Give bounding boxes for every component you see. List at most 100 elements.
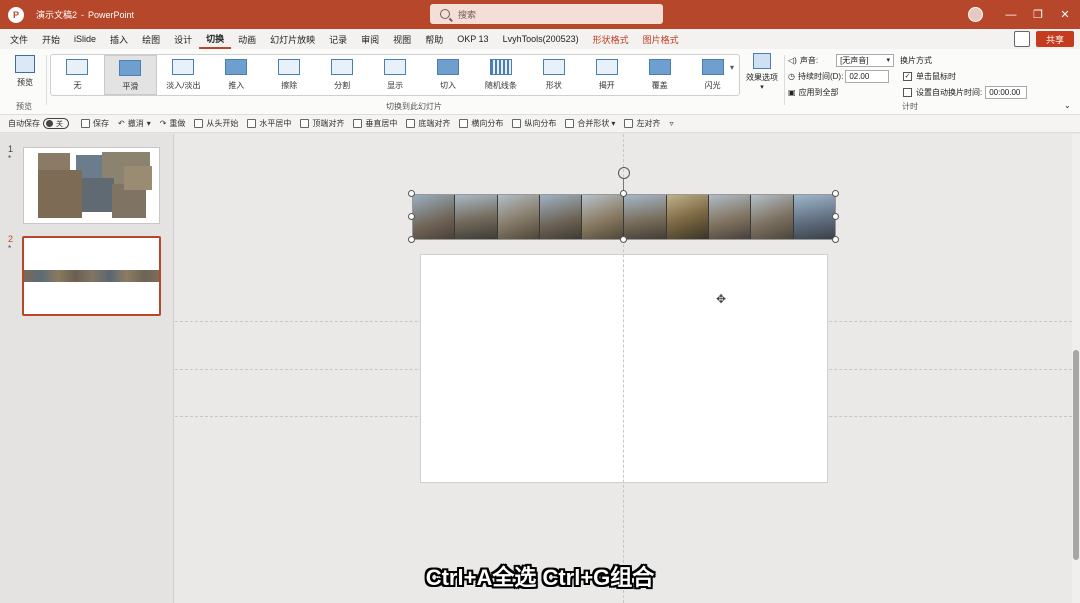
tab-animations[interactable]: 动画 — [231, 29, 263, 49]
tab-view[interactable]: 视图 — [386, 29, 418, 49]
account-avatar-icon[interactable] — [968, 7, 983, 22]
transition-random-bars[interactable]: 随机线条 — [474, 55, 527, 95]
transition-label: 推入 — [228, 81, 245, 90]
start-from-beginning-button[interactable]: 从头开始 — [194, 118, 238, 129]
gallery-more-icon[interactable]: ▾ — [730, 63, 734, 72]
resize-handle[interactable] — [408, 190, 415, 197]
align-bottom-button[interactable]: 底端对齐 — [406, 118, 450, 129]
tab-insert[interactable]: 插入 — [103, 29, 135, 49]
distribute-v-button[interactable]: 纵向分布 — [512, 118, 556, 129]
comments-icon[interactable] — [1014, 31, 1030, 47]
tab-islide[interactable]: iSlide — [67, 29, 103, 49]
preview-button[interactable]: 预览 — [8, 53, 42, 97]
align-left-button[interactable]: 左对齐 — [624, 118, 660, 129]
slide-thumbnail-1[interactable] — [23, 147, 160, 224]
transition-wipe[interactable]: 擦除 — [263, 55, 316, 95]
cut-transition-icon — [437, 59, 459, 75]
resize-handle[interactable] — [832, 236, 839, 243]
align-top-button[interactable]: 顶端对齐 — [300, 118, 344, 129]
slide-canvas[interactable]: ✥ — [175, 134, 1072, 603]
tab-lvyhtools[interactable]: LvyhTools(200523) — [496, 29, 586, 49]
collapse-ribbon-icon[interactable]: ⌄ — [1064, 101, 1071, 110]
tab-transitions[interactable]: 切换 — [199, 29, 232, 49]
tab-home[interactable]: 开始 — [35, 29, 67, 49]
tab-okp[interactable]: OKP 13 — [450, 29, 495, 49]
slide-transition-marker: * — [8, 244, 12, 253]
transition-flash[interactable]: 闪光 — [686, 55, 739, 95]
morph-transition-icon — [119, 60, 142, 76]
chevron-down-icon: ▾ — [886, 57, 891, 64]
align-center-h-button[interactable]: 水平居中 — [247, 118, 291, 129]
effect-options-button[interactable]: 效果选项 ▾ — [744, 53, 780, 97]
tab-picture-format[interactable]: 图片格式 — [636, 29, 686, 49]
sound-select[interactable]: [无声音] ▾ — [836, 53, 895, 67]
quick-access-toolbar: 自动保存 关 保存 ↶ 撤消 ▾ ↷ 重做 从头开始 水平居中 顶端对齐 垂直居中 底… — [0, 115, 1080, 133]
transition-cut[interactable]: 切入 — [422, 55, 475, 95]
autosave-toggle[interactable]: 关 — [43, 118, 69, 129]
distribute-label: 纵向分布 — [524, 119, 557, 128]
title-separator: - — [81, 9, 85, 20]
after-time-input[interactable]: 00:00.00 — [985, 85, 1028, 99]
resize-handle[interactable] — [832, 190, 839, 197]
restore-icon[interactable]: ❐ — [1025, 0, 1051, 29]
distribute-h-button[interactable]: 横向分布 — [459, 118, 503, 129]
tab-slideshow[interactable]: 幻灯片放映 — [263, 29, 322, 49]
transition-morph[interactable]: 平滑 — [103, 55, 157, 95]
resize-handle[interactable] — [832, 213, 839, 220]
tab-shape-format[interactable]: 形状格式 — [586, 29, 636, 49]
random-bars-transition-icon — [489, 59, 512, 75]
tab-review[interactable]: 审阅 — [354, 29, 386, 49]
timing-group-label: 计时 — [902, 102, 918, 111]
close-icon[interactable]: ✕ — [1052, 0, 1078, 29]
tab-design[interactable]: 设计 — [167, 29, 199, 49]
duration-input[interactable]: 02.00 — [845, 69, 890, 83]
transition-label: 淡入/淡出 — [166, 81, 201, 90]
chevron-down-icon: ▾ — [760, 84, 764, 91]
transition-reveal[interactable]: 显示 — [369, 55, 422, 95]
distribute-label: 横向分布 — [471, 119, 504, 128]
autosave-label: 自动保存 — [8, 119, 40, 128]
merge-shapes-button[interactable]: 合并形状 ▾ — [565, 118, 615, 129]
vertical-scrollbar[interactable] — [1072, 134, 1080, 603]
transition-label: 揭开 — [598, 81, 615, 90]
transition-cover[interactable]: 覆盖 — [633, 55, 686, 95]
transition-none[interactable]: 无 — [51, 55, 104, 95]
transition-push[interactable]: 推入 — [210, 55, 263, 95]
redo-button[interactable]: ↷ 重做 — [160, 118, 186, 129]
resize-handle[interactable] — [408, 236, 415, 243]
slide[interactable] — [420, 254, 828, 483]
construction-photo — [709, 195, 752, 239]
tab-record[interactable]: 记录 — [322, 29, 354, 49]
customize-qat-icon[interactable]: ▿ — [669, 119, 673, 128]
tab-draw[interactable]: 绘图 — [135, 29, 167, 49]
resize-handle[interactable] — [408, 213, 415, 220]
preview-icon — [15, 55, 35, 73]
align-left-label: 左对齐 — [636, 119, 661, 128]
align-middle-button[interactable]: 垂直居中 — [353, 118, 397, 129]
on-click-checkbox[interactable]: ✓ — [903, 71, 912, 81]
slide-thumbnail-2[interactable] — [22, 236, 161, 316]
apply-all-button[interactable]: 应用到全部 — [799, 87, 839, 98]
rotate-handle-icon[interactable] — [618, 167, 630, 179]
transition-uncover[interactable]: 揭开 — [580, 55, 633, 95]
transition-split[interactable]: 分割 — [316, 55, 369, 95]
transition-shape[interactable]: 形状 — [527, 55, 580, 95]
transition-fade[interactable]: 淡入/淡出 — [157, 55, 210, 95]
undo-label: 撤消 — [127, 119, 144, 128]
search-box[interactable]: 搜索 — [430, 4, 663, 24]
scrollbar-thumb[interactable] — [1073, 350, 1079, 560]
tab-file[interactable]: 文件 — [3, 29, 35, 49]
reveal-transition-icon — [384, 59, 407, 75]
after-checkbox[interactable] — [903, 87, 912, 97]
resize-handle[interactable] — [620, 236, 627, 243]
timing-group: ◁) 声音: [无声音] ▾ ◷ 持续时间(D): 02.00 ▣ 应用到全部 — [788, 52, 900, 102]
tab-help[interactable]: 帮助 — [418, 29, 450, 49]
slideshow-icon — [194, 119, 204, 128]
save-button[interactable]: 保存 — [81, 118, 109, 129]
share-button[interactable]: 共享 — [1036, 31, 1074, 47]
resize-handle[interactable] — [620, 190, 627, 197]
minimize-icon[interactable]: — — [998, 0, 1024, 29]
grouped-photo-strip[interactable] — [412, 194, 836, 240]
start-label: 从头开始 — [206, 119, 239, 128]
undo-button[interactable]: ↶ 撤消 ▾ — [118, 118, 151, 129]
